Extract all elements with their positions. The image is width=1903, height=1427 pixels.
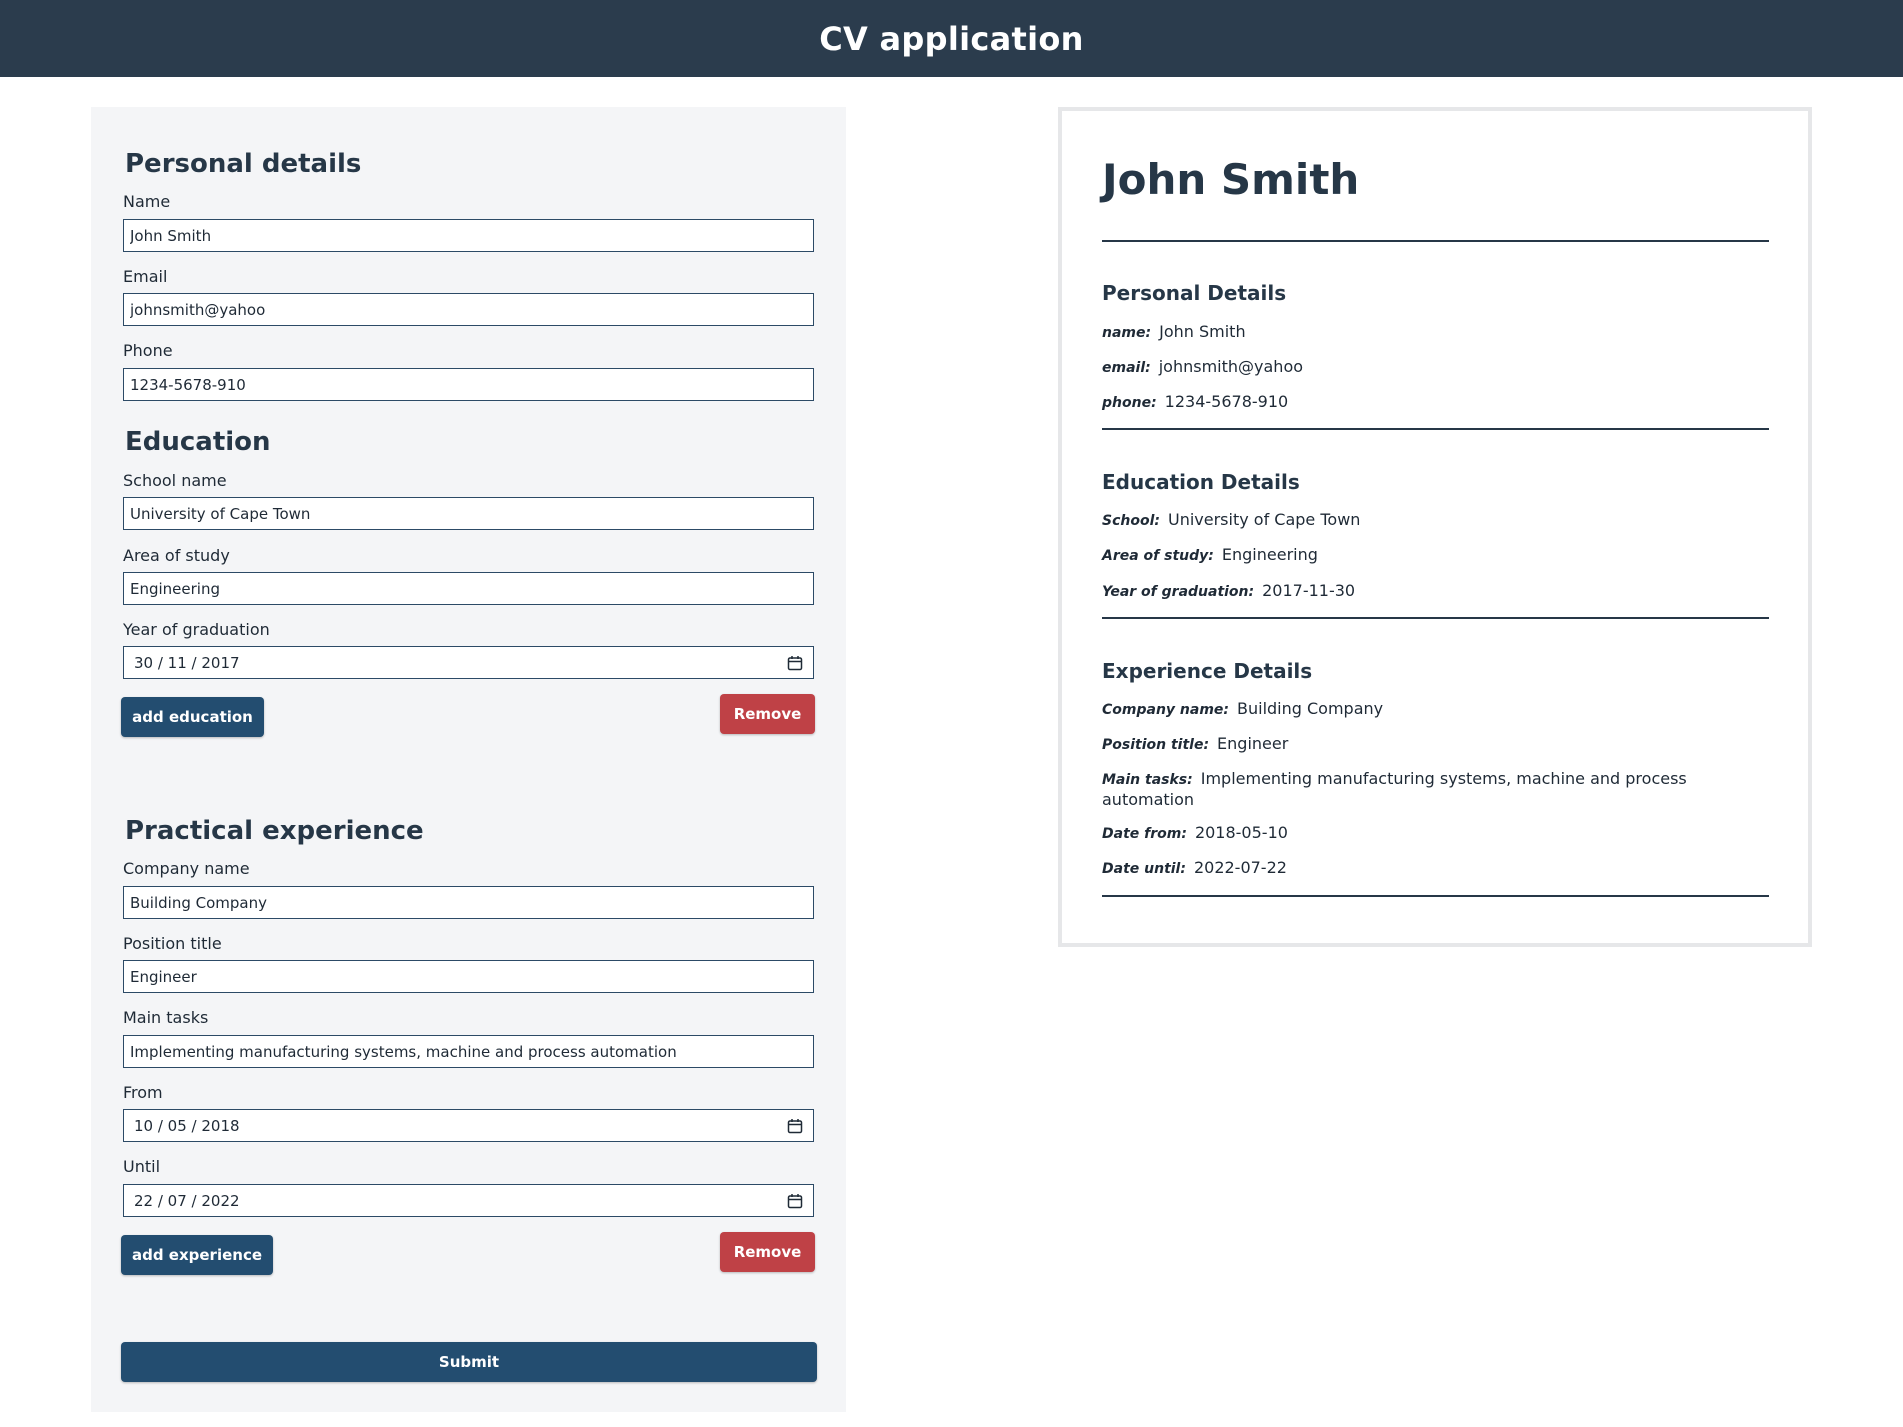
graduation-date-value: 30 / 11 / 2017 [134, 653, 240, 672]
app-header: CV application [0, 0, 1903, 77]
graduation-year-label: Year of graduation [123, 620, 270, 639]
cv-key: Position title: [1102, 737, 1210, 753]
experience-details-heading: Experience Details [1102, 659, 1313, 683]
cv-value: University of Cape Town [1167, 510, 1361, 529]
until-date-value: 22 / 07 / 2022 [134, 1191, 240, 1210]
name-input[interactable] [123, 219, 814, 252]
divider [1102, 895, 1769, 897]
cv-personal-phone: phone: 1234-5678-910 [1102, 392, 1742, 413]
personal-details-title: Personal details [125, 149, 362, 179]
cv-key: Company name: [1102, 702, 1230, 718]
calendar-icon[interactable] [787, 655, 803, 671]
cv-key: Area of study: [1102, 548, 1214, 564]
cv-key: Date from: [1102, 826, 1187, 842]
from-date-input[interactable]: 10 / 05 / 2018 [123, 1109, 814, 1142]
cv-value: Building Company [1237, 699, 1384, 718]
divider [1102, 240, 1769, 242]
name-label: Name [123, 192, 171, 211]
cv-value: johnsmith@yahoo [1158, 357, 1304, 376]
cv-experience-from: Date from: 2018-05-10 [1102, 823, 1742, 844]
cv-value: Engineer [1217, 734, 1289, 753]
calendar-icon[interactable] [787, 1193, 803, 1209]
area-of-study-label: Area of study [123, 546, 230, 565]
add-experience-button[interactable]: add experience [121, 1235, 273, 1275]
area-of-study-input[interactable] [123, 572, 814, 605]
company-name-label: Company name [123, 859, 250, 878]
cv-preview: John Smith Personal Details name: John Sm… [1058, 107, 1812, 947]
cv-experience-company: Company name: Building Company [1102, 699, 1742, 720]
cv-key: School: [1102, 513, 1160, 529]
personal-details-heading: Personal Details [1102, 281, 1287, 305]
from-date-value: 10 / 05 / 2018 [134, 1116, 240, 1135]
cv-personal-email: email: johnsmith@yahoo [1102, 357, 1742, 378]
cv-value: Engineering [1221, 545, 1318, 564]
cv-key: Year of graduation: [1102, 584, 1255, 600]
app-title: CV application [819, 19, 1084, 58]
cv-value: 2022-07-22 [1193, 858, 1287, 877]
cv-key: email: [1102, 360, 1151, 376]
until-label: Until [123, 1157, 161, 1176]
education-details-heading: Education Details [1102, 470, 1300, 494]
cv-experience-tasks: Main tasks: Implementing manufacturing sy… [1102, 769, 1742, 809]
phone-label: Phone [123, 341, 173, 360]
email-label: Email [123, 267, 168, 286]
position-title-label: Position title [123, 934, 222, 953]
cv-education-year: Year of graduation: 2017-11-30 [1102, 581, 1742, 602]
cv-form: Personal details Name Email Phone Educat… [91, 107, 846, 1412]
phone-input[interactable] [123, 368, 814, 401]
calendar-icon[interactable] [787, 1118, 803, 1134]
school-name-label: School name [123, 471, 227, 490]
add-education-button[interactable]: add education [121, 697, 264, 737]
cv-education-school: School: University of Cape Town [1102, 510, 1742, 531]
main-tasks-label: Main tasks [123, 1008, 209, 1027]
cv-value: 1234-5678-910 [1164, 392, 1289, 411]
divider [1102, 428, 1769, 430]
cv-key: Main tasks: [1102, 772, 1193, 788]
cv-key: Date until: [1102, 861, 1186, 877]
email-input[interactable] [123, 293, 814, 326]
school-name-input[interactable] [123, 497, 814, 530]
position-title-input[interactable] [123, 960, 814, 993]
remove-education-button[interactable]: Remove [720, 694, 815, 734]
cv-value: John Smith [1159, 322, 1246, 341]
cv-value: 2017-11-30 [1262, 581, 1356, 600]
practical-experience-title: Practical experience [125, 816, 424, 846]
cv-name: John Smith [1102, 155, 1360, 204]
education-title: Education [125, 427, 271, 457]
until-date-input[interactable]: 22 / 07 / 2022 [123, 1184, 814, 1217]
cv-value: 2018-05-10 [1194, 823, 1288, 842]
remove-experience-button[interactable]: Remove [720, 1232, 815, 1272]
cv-key: name: [1102, 325, 1152, 341]
divider [1102, 617, 1769, 619]
graduation-date-input[interactable]: 30 / 11 / 2017 [123, 646, 814, 679]
company-name-input[interactable] [123, 886, 814, 919]
main-tasks-input[interactable] [123, 1035, 814, 1068]
cv-education-area: Area of study: Engineering [1102, 545, 1742, 566]
cv-personal-name: name: John Smith [1102, 322, 1742, 343]
cv-experience-until: Date until: 2022-07-22 [1102, 858, 1742, 879]
submit-button[interactable]: Submit [121, 1342, 817, 1382]
cv-key: phone: [1102, 395, 1157, 411]
cv-experience-position: Position title: Engineer [1102, 734, 1742, 755]
from-label: From [123, 1083, 163, 1102]
